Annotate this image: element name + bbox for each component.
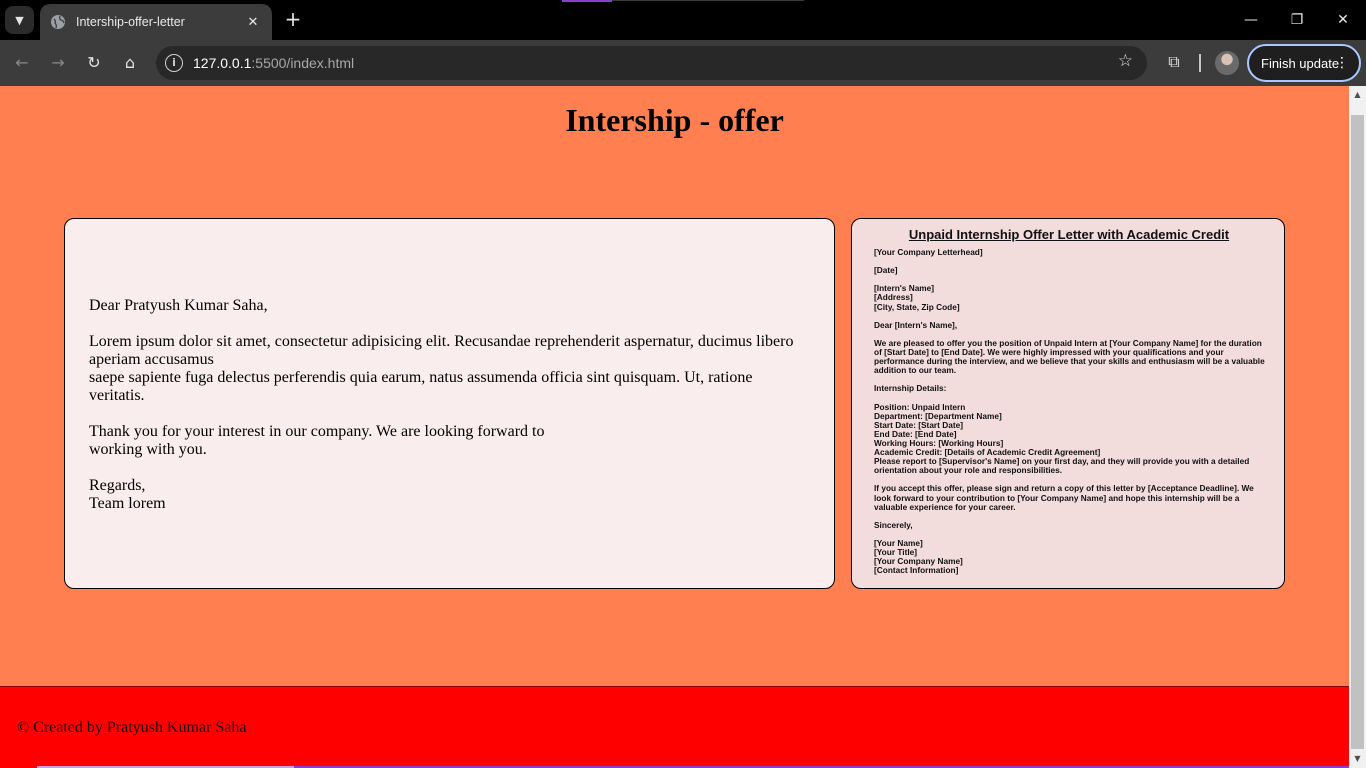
offer-doc-intern-name: [Intern's Name]	[874, 283, 935, 294]
toolbar-divider	[1199, 54, 1201, 72]
offer-doc-date: [Date]	[874, 265, 898, 276]
new-tab-plus-icon[interactable]: +	[282, 9, 304, 31]
letter-thanks: Thank you for your interest in our compa…	[89, 423, 810, 459]
offer-doc-report: Please report to [Supervisor's Name] on …	[874, 456, 1250, 476]
address-bar[interactable]: i 127.0.0.1:5500/index.html ☆	[156, 46, 1147, 80]
browser-toolbar: ← → ↻ ⌂ i 127.0.0.1:5500/index.html ☆ ⧉ …	[0, 40, 1366, 86]
offer-letter-image: Unpaid Internship Offer Letter with Acad…	[851, 218, 1285, 589]
offer-doc-letterhead: [Your Company Letterhead]	[874, 247, 983, 257]
window-close-icon[interactable]: ✕	[1330, 8, 1356, 32]
page-title: Intership - offer	[565, 102, 784, 138]
scroll-down-arrow-icon[interactable]: ▼	[1353, 754, 1362, 763]
letter-signature: Team lorem	[89, 495, 166, 512]
extensions-puzzle-icon[interactable]: ⧉	[1163, 52, 1185, 74]
forward-arrow-icon[interactable]: →	[46, 51, 70, 75]
letter-body: Lorem ipsum dolor sit amet, consectetur …	[89, 333, 810, 405]
bookmark-star-icon[interactable]: ☆	[1118, 51, 1133, 71]
globe-icon	[51, 15, 65, 29]
scroll-up-arrow-icon[interactable]: ▲	[1353, 90, 1362, 99]
offer-doc-your-name: [Your Name]	[874, 538, 923, 548]
tab-search-button[interactable]: ▼	[5, 6, 34, 34]
tab-title: Intership-offer-letter	[76, 15, 185, 29]
finish-update-label: Finish update	[1261, 55, 1340, 71]
tab-strip-accent-line	[612, 0, 804, 1]
footer-copyright: © Created by Pratyush Kumar Saha	[17, 719, 247, 736]
offer-doc-recipient: [Intern's Name] [Address] [City, State, …	[874, 284, 1270, 311]
tab-strip-accent	[562, 0, 612, 2]
offer-doc-accept: If you accept this offer, please sign an…	[874, 483, 1254, 512]
offer-doc-sender: [Your Name] [Your Title] [Your Company N…	[874, 538, 1270, 576]
offer-doc-title: Unpaid Internship Offer Letter with Acad…	[908, 227, 1230, 242]
url-path: :5500/index.html	[251, 55, 355, 71]
tab-active[interactable]: Intership-offer-letter ✕	[40, 4, 272, 40]
letter-closing: Regards,	[89, 477, 146, 494]
vertical-scrollbar[interactable]: ▲ ▼	[1349, 86, 1366, 768]
finish-update-button[interactable]: Finish update ⋮	[1247, 44, 1361, 82]
offer-doc-details-heading: Internship Details:	[874, 383, 947, 394]
offer-doc-greeting: Dear [Intern's Name],	[874, 319, 958, 330]
reload-icon[interactable]: ↻	[82, 51, 106, 75]
scroll-thumb[interactable]	[1351, 115, 1364, 749]
url-host: 127.0.0.1	[193, 55, 252, 71]
offer-doc-city: [City, State, Zip Code]	[874, 301, 960, 312]
offer-doc-details: Position: Unpaid Intern Department: [Dep…	[874, 402, 1270, 476]
offer-doc-intro: We are pleased to offer you the position…	[874, 337, 1265, 376]
tab-strip: ▼ Intership-offer-letter ✕ + — ❐ ✕	[0, 0, 1366, 40]
offer-doc-contact: [Contact Information]	[874, 565, 959, 576]
page-footer: © Created by Pratyush Kumar Saha	[0, 686, 1349, 768]
profile-avatar[interactable]	[1215, 51, 1239, 75]
letter-salutation: Dear Pratyush Kumar Saha,	[89, 297, 268, 314]
letter-thanks-line-2: working with you.	[89, 441, 207, 458]
minimize-icon[interactable]: —	[1238, 8, 1264, 32]
page-viewport: Intership - offer Dear Pratyush Kumar Sa…	[0, 86, 1349, 768]
menu-kebab-icon[interactable]: ⋮	[1335, 54, 1349, 72]
back-arrow-icon[interactable]: ←	[10, 51, 34, 75]
tab-close-icon[interactable]: ✕	[244, 15, 262, 30]
restore-icon[interactable]: ❐	[1284, 8, 1310, 32]
letter-thanks-line-1: Thank you for your interest in our compa…	[89, 423, 545, 440]
offer-doc-sincerely: Sincerely,	[874, 519, 913, 530]
home-icon[interactable]: ⌂	[118, 51, 142, 75]
letter-body-line-2: saepe sapiente fuga delectus perferendis…	[89, 369, 753, 404]
url-text[interactable]: 127.0.0.1:5500/index.html	[193, 55, 354, 71]
letter-card: Dear Pratyush Kumar Saha, Lorem ipsum do…	[64, 218, 835, 589]
site-info-icon[interactable]: i	[165, 54, 183, 72]
letter-body-line-1: Lorem ipsum dolor sit amet, consectetur …	[89, 333, 794, 368]
letter-signoff: Regards, Team lorem	[89, 477, 810, 513]
